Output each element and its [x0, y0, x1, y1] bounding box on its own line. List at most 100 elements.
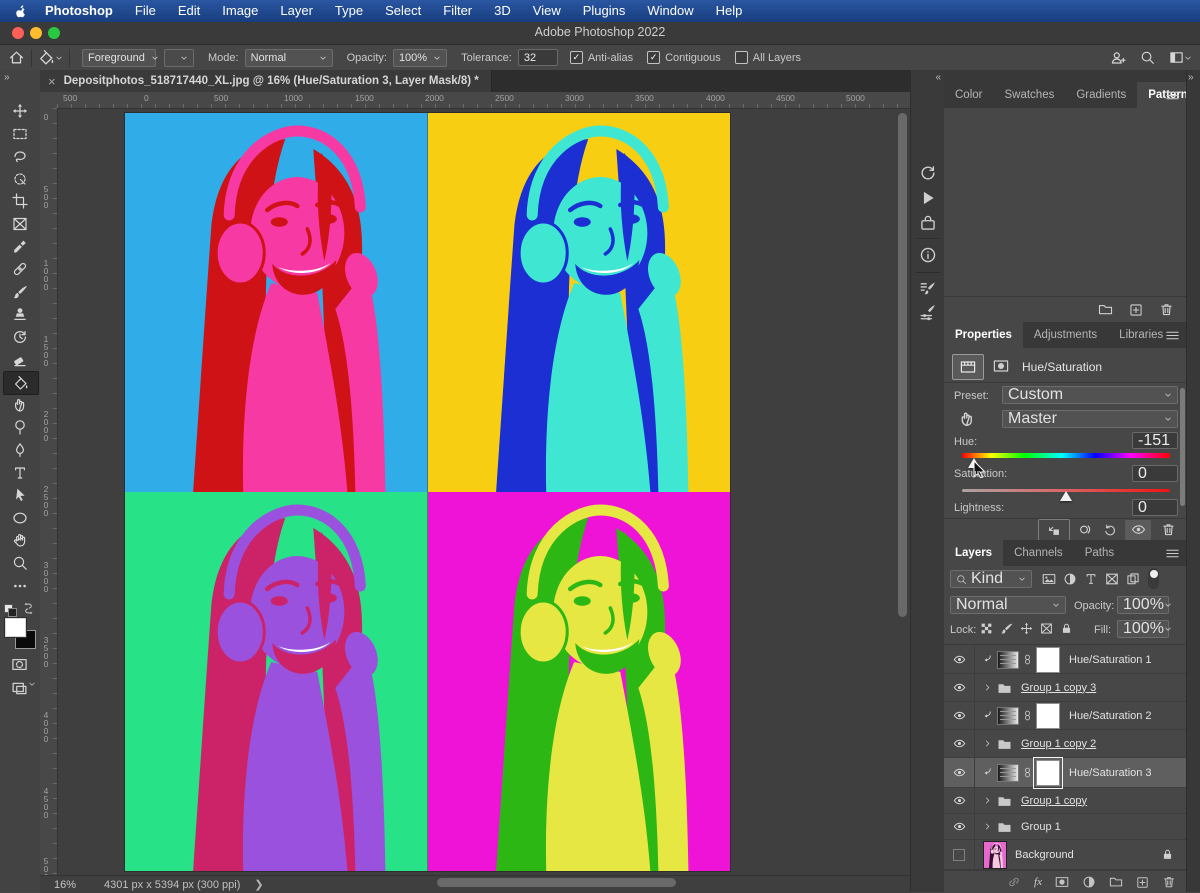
layer-visibility-toggle[interactable]	[944, 681, 974, 694]
properties-panel-menu-icon[interactable]	[1166, 330, 1180, 341]
tool-icon-button[interactable]	[38, 49, 63, 66]
checkbox-contiguous[interactable]: ✓Contiguous	[647, 51, 721, 64]
menu-select[interactable]: Select	[374, 0, 432, 22]
tool-eyedropper[interactable]	[3, 236, 37, 258]
apple-menu[interactable]	[14, 4, 29, 19]
lock-pixels-button[interactable]	[1000, 622, 1014, 636]
filter-adjustment-layers-button[interactable]	[1063, 572, 1077, 586]
saturation-value-input[interactable]: 0	[1132, 465, 1178, 482]
layer-name[interactable]: Group 1 copy 3	[1021, 682, 1096, 694]
home-button[interactable]	[8, 49, 25, 66]
tool-hand[interactable]	[3, 529, 37, 551]
channel-dropdown[interactable]: Master	[1002, 410, 1178, 428]
tool-move[interactable]	[3, 100, 37, 122]
menu-3d[interactable]: 3D	[483, 0, 522, 22]
patterns-panel-menu-icon[interactable]	[1166, 90, 1180, 101]
delete-pattern-button[interactable]	[1159, 302, 1174, 317]
canvas-area[interactable]: 5000500100015002000250030003500400045005…	[40, 92, 910, 875]
menu-filter[interactable]: Filter	[432, 0, 483, 22]
layer-visibility-toggle[interactable]	[944, 653, 974, 666]
tab-adjustments[interactable]: Adjustments	[1023, 322, 1108, 348]
panel-actions-button[interactable]	[919, 189, 937, 207]
adjustment-properties-button[interactable]	[952, 354, 984, 380]
tab-channels[interactable]: Channels	[1003, 540, 1074, 566]
tab-properties[interactable]: Properties	[944, 322, 1023, 348]
layer-row-hue-saturation-2[interactable]: Hue/Saturation 2	[944, 702, 1186, 730]
tab-libraries[interactable]: Libraries	[1108, 322, 1174, 348]
add-mask-button[interactable]	[1055, 875, 1069, 889]
collapse-tools-icon[interactable]: »	[4, 72, 10, 83]
screen-mode-button[interactable]	[11, 680, 36, 697]
lightness-value-input[interactable]: 0	[1132, 499, 1178, 516]
menu-view[interactable]: View	[522, 0, 572, 22]
new-pattern-group-button[interactable]	[1098, 302, 1113, 317]
tab-layers[interactable]: Layers	[944, 540, 1003, 566]
tool-path-selection[interactable]	[3, 484, 37, 506]
blend-mode-dropdown[interactable]: Normal	[950, 596, 1066, 614]
close-document-icon[interactable]: ×	[48, 74, 56, 89]
document-tab[interactable]: × Depositphotos_518717440_XL.jpg @ 16% (…	[40, 70, 492, 92]
filter-pixel-layers-button[interactable]	[1042, 572, 1056, 586]
tab-color[interactable]: Color	[944, 82, 993, 108]
tool-history-brush[interactable]	[3, 326, 37, 348]
menu-layer[interactable]: Layer	[269, 0, 324, 22]
layer-row-background[interactable]: Background	[944, 840, 1186, 870]
quadrant-top-right[interactable]	[428, 113, 731, 492]
layer-mask-thumbnail[interactable]	[1036, 703, 1060, 729]
menu-help[interactable]: Help	[705, 0, 754, 22]
checkbox-anti-alias[interactable]: ✓Anti-alias	[570, 51, 633, 64]
status-chevron-icon[interactable]: ❯	[254, 878, 263, 891]
toggle-visibility-button[interactable]	[1125, 520, 1151, 540]
tool-smudge[interactable]	[3, 394, 37, 416]
layer-visibility-toggle[interactable]	[944, 794, 974, 807]
filter-toggle-switch[interactable]	[1148, 568, 1159, 589]
layer-fill-dropdown[interactable]: 100%	[1117, 620, 1169, 638]
tool-clone-stamp[interactable]	[3, 303, 37, 325]
tool-brush[interactable]	[3, 281, 37, 303]
menu-plugins[interactable]: Plugins	[572, 0, 637, 22]
pattern-picker-dropdown[interactable]	[164, 49, 194, 67]
lock-artboard-button[interactable]	[1040, 622, 1054, 636]
mode-dropdown[interactable]: Normal	[245, 49, 333, 67]
tab-swatches[interactable]: Swatches	[993, 82, 1065, 108]
layer-row-hue-saturation-3[interactable]: Hue/Saturation 3	[944, 758, 1186, 788]
layer-name[interactable]: Hue/Saturation 3	[1069, 767, 1152, 779]
filter-shape-layers-button[interactable]	[1105, 572, 1119, 586]
swap-colors-icon[interactable]	[22, 602, 35, 615]
search-button[interactable]	[1140, 50, 1155, 65]
layer-style-button[interactable]: fx	[1034, 876, 1042, 888]
tool-type[interactable]	[3, 462, 37, 484]
layer-visibility-toggle[interactable]	[944, 709, 974, 722]
share-button[interactable]	[1110, 50, 1126, 66]
menu-file[interactable]: File	[124, 0, 167, 22]
new-group-button[interactable]	[1109, 875, 1123, 889]
tool-dodge[interactable]	[3, 416, 37, 438]
opacity-dropdown[interactable]: 100%	[393, 49, 447, 67]
foreground-color-swatch[interactable]	[5, 618, 26, 637]
new-pattern-button[interactable]	[1129, 303, 1143, 317]
checkbox-all-layers[interactable]: All Layers	[735, 51, 801, 64]
tab-gradients[interactable]: Gradients	[1065, 82, 1137, 108]
tool-pen[interactable]	[3, 439, 37, 461]
expand-dock-icon[interactable]: »	[1188, 72, 1194, 83]
layer-name[interactable]: Background	[1015, 849, 1161, 861]
quadrant-top-left[interactable]	[125, 113, 428, 492]
reset-adjustment-button[interactable]	[1103, 523, 1117, 537]
lock-all-button[interactable]	[1060, 622, 1074, 636]
menu-type[interactable]: Type	[324, 0, 374, 22]
quick-mask-button[interactable]	[11, 656, 28, 673]
layer-visibility-toggle[interactable]	[944, 737, 974, 750]
properties-scrollbar[interactable]	[1180, 388, 1185, 506]
horizontal-scrollbar[interactable]	[437, 878, 676, 887]
targeted-adjustment-button[interactable]	[958, 410, 984, 432]
tolerance-input[interactable]: 32	[518, 49, 558, 66]
layer-name[interactable]: Group 1 copy 2	[1021, 738, 1096, 750]
zoom-level[interactable]: 16%	[54, 879, 76, 891]
quadrant-bottom-right[interactable]	[428, 492, 731, 871]
new-adjustment-layer-button[interactable]	[1082, 875, 1096, 889]
layers-panel-menu-icon[interactable]	[1166, 548, 1180, 559]
panel-brushes-button[interactable]	[919, 303, 937, 321]
filter-type-layers-button[interactable]	[1084, 572, 1098, 586]
tool-crop[interactable]	[3, 190, 37, 212]
layer-visibility-toggle[interactable]	[944, 820, 974, 833]
